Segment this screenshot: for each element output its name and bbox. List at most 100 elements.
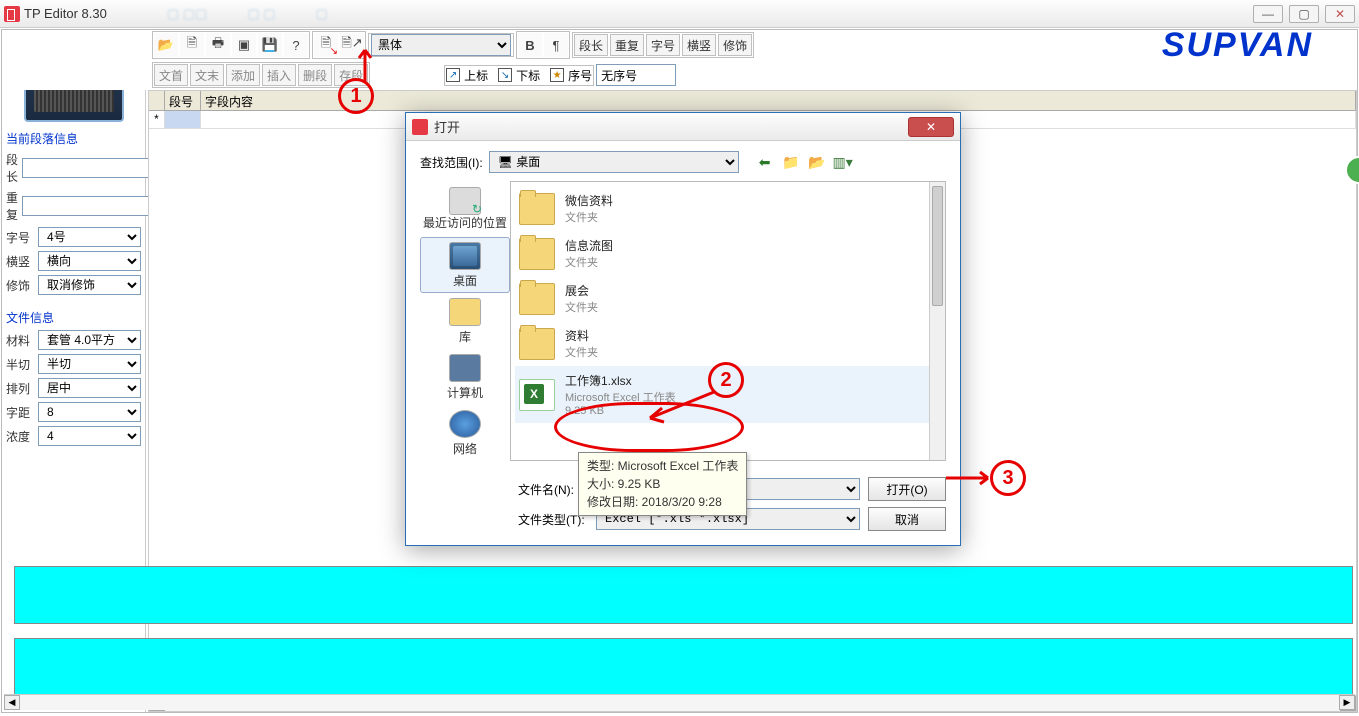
toolbar-row-1: 📂 🗎 🖶 ▣ 💾 ? 🗎↘ 🗎↗ 黑体 B ¶ 段长 重复 字号 横竖 修饰 … xyxy=(2,30,1357,60)
dir-label: 横竖 xyxy=(6,253,34,270)
place-recent[interactable]: 最近访问的位置 xyxy=(420,181,510,237)
folder-icon xyxy=(519,238,555,270)
subscript-checkbox[interactable]: ↘ xyxy=(498,68,512,82)
scroll-left-icon-2[interactable]: ◀ xyxy=(4,695,20,710)
list-item[interactable]: 信息流图文件夹 xyxy=(515,231,941,276)
font-select[interactable]: 黑体 xyxy=(371,34,511,56)
minimize-button[interactable]: — xyxy=(1253,5,1283,23)
col-content: 字段内容 xyxy=(201,91,1356,110)
doc-end-button[interactable]: 文末 xyxy=(190,64,224,86)
mat-label: 材料 xyxy=(6,332,34,349)
preview-strip-2 xyxy=(14,638,1353,696)
fontsize-button[interactable]: 字号 xyxy=(646,34,680,56)
list-item-excel[interactable]: 工作簿1.xlsxMicrosoft Excel 工作表9.25 KB xyxy=(515,366,941,423)
sequence-checkbox[interactable]: ★ xyxy=(550,68,564,82)
density-label: 浓度 xyxy=(6,428,34,445)
place-network[interactable]: 网络 xyxy=(420,405,510,461)
new-file-icon[interactable]: 🗎 xyxy=(180,33,204,57)
decoration-button[interactable]: 修饰 xyxy=(718,34,752,56)
list-item[interactable]: 微信资料文件夹 xyxy=(515,186,941,231)
new-folder-icon[interactable]: 📂 xyxy=(807,152,827,172)
window-close-button[interactable]: ✕ xyxy=(1325,5,1355,23)
lookup-label: 查找范围(I): xyxy=(420,154,483,171)
location-select[interactable]: 🖥 桌面 xyxy=(489,151,739,173)
list-item[interactable]: 资料文件夹 xyxy=(515,321,941,366)
sequence-input[interactable] xyxy=(596,64,676,86)
seglen-button[interactable]: 段长 xyxy=(574,34,608,56)
spacing-select[interactable]: 8 xyxy=(38,402,141,422)
preview-strip-1 xyxy=(14,566,1353,624)
print-icon[interactable]: 🖶 xyxy=(206,33,230,57)
orientation-button[interactable]: 横竖 xyxy=(682,34,716,56)
background-tabs: ▢ ▢▢▢ ▢▢ xyxy=(167,6,328,22)
save-icon[interactable]: 💾 xyxy=(258,33,282,57)
font-select-left[interactable]: 4号 xyxy=(38,227,141,247)
insert-button[interactable]: 插入 xyxy=(262,64,296,86)
add-button[interactable]: 添加 xyxy=(226,64,260,86)
export-icon[interactable]: 🗎↗ xyxy=(340,33,364,57)
repeat-button[interactable]: 重复 xyxy=(610,34,644,56)
app-icon xyxy=(4,6,20,22)
bottom-scrollbar[interactable]: ◀ ▶ xyxy=(4,694,1355,710)
folder-icon xyxy=(519,328,555,360)
spacing-label: 字距 xyxy=(6,404,34,421)
maximize-button[interactable]: ▢ xyxy=(1289,5,1319,23)
mat-select[interactable]: 套管 4.0平方 xyxy=(38,330,141,350)
open-button[interactable]: 打开(O) xyxy=(868,477,946,501)
file-list-scrollbar[interactable] xyxy=(929,182,945,460)
window-titlebar: TP Editor 8.30 ▢ ▢▢▢ ▢▢ — ▢ ✕ xyxy=(0,0,1359,28)
dialog-app-icon xyxy=(412,119,428,135)
grid-header: 段号 字段内容 xyxy=(149,91,1356,111)
place-library[interactable]: 库 xyxy=(420,293,510,349)
scroll-right-icon-2[interactable]: ▶ xyxy=(1339,695,1355,710)
brand-logo: SUPVAN xyxy=(1162,26,1313,65)
dir-select[interactable]: 横向 xyxy=(38,251,141,271)
place-computer[interactable]: 计算机 xyxy=(420,349,510,405)
deco-label: 修饰 xyxy=(6,277,34,294)
section-current: 当前段落信息 xyxy=(2,128,145,149)
dialog-close-button[interactable]: ✕ xyxy=(908,117,954,137)
delete-seg-button[interactable]: 删段 xyxy=(298,64,332,86)
len-label: 段长 xyxy=(6,151,18,185)
excel-file-icon xyxy=(519,379,555,411)
list-item[interactable]: 展会文件夹 xyxy=(515,276,941,321)
device-image xyxy=(24,90,124,122)
stop-icon[interactable]: ▣ xyxy=(232,33,256,57)
dialog-titlebar[interactable]: 打开 ✕ xyxy=(406,113,960,141)
file-list[interactable]: 微信资料文件夹 信息流图文件夹 展会文件夹 资料文件夹 工作簿1.xlsxMic… xyxy=(510,181,946,461)
view-menu-icon[interactable]: ▥▾ xyxy=(833,152,853,172)
rep-label: 重复 xyxy=(6,189,18,223)
file-tooltip: 类型: Microsoft Excel 工作表 大小: 9.25 KB 修改日期… xyxy=(578,452,747,516)
density-select[interactable]: 4 xyxy=(38,426,141,446)
dialog-title: 打开 xyxy=(434,117,460,136)
paragraph-icon[interactable]: ¶ xyxy=(544,33,568,57)
folder-icon xyxy=(519,193,555,225)
back-icon[interactable]: ⬅ xyxy=(755,152,775,172)
subscript-label: 下标 xyxy=(516,67,540,84)
open-file-icon[interactable]: 📂 xyxy=(154,33,178,57)
cut-select[interactable]: 半切 xyxy=(38,354,141,374)
sequence-label: 序号 xyxy=(568,67,592,84)
bold-icon[interactable]: B xyxy=(518,33,542,57)
superscript-label: 上标 xyxy=(464,67,488,84)
cut-label: 半切 xyxy=(6,356,34,373)
row-marker: * xyxy=(149,111,165,128)
app-title: TP Editor 8.30 xyxy=(24,6,107,21)
cancel-button[interactable]: 取消 xyxy=(868,507,946,531)
font-label: 字号 xyxy=(6,229,34,246)
superscript-checkbox[interactable]: ↗ xyxy=(446,68,460,82)
align-label: 排列 xyxy=(6,380,34,397)
align-select[interactable]: 居中 xyxy=(38,378,141,398)
save-seg-button[interactable]: 存段 xyxy=(334,64,368,86)
doc-start-button[interactable]: 文首 xyxy=(154,64,188,86)
folder-icon xyxy=(519,283,555,315)
section-file: 文件信息 xyxy=(2,307,145,328)
place-desktop[interactable]: 桌面 xyxy=(420,237,510,293)
deco-select[interactable]: 取消修饰 xyxy=(38,275,141,295)
up-folder-icon[interactable]: 📁 xyxy=(781,152,801,172)
help-icon[interactable]: ? xyxy=(284,33,308,57)
import-icon[interactable]: 🗎↘ xyxy=(314,33,338,57)
places-bar: 最近访问的位置 桌面 库 计算机 网络 xyxy=(420,181,510,461)
toolbar-row-2: 文首 文末 添加 插入 删段 存段 ↗ 上标 ↘ 下标 ★ 序号 xyxy=(2,60,1357,90)
col-segno: 段号 xyxy=(165,91,201,110)
